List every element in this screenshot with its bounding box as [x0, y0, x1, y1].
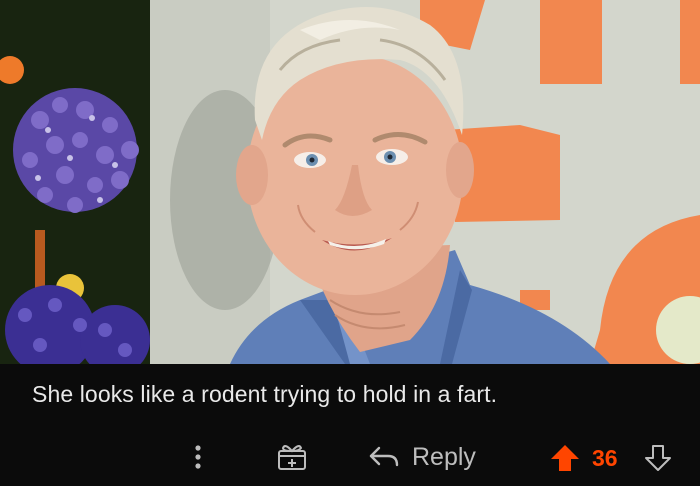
comment-screenshot: She looks like a rodent trying to hold i… — [0, 0, 700, 486]
reply-label: Reply — [412, 442, 476, 471]
comment-bar: She looks like a rodent trying to hold i… — [0, 364, 700, 486]
downvote-button[interactable] — [642, 442, 674, 474]
more-options-button[interactable] — [186, 442, 210, 472]
post-image — [0, 0, 700, 364]
reply-button[interactable]: Reply — [368, 440, 476, 474]
gift-award-icon — [278, 445, 306, 470]
reply-arrow-icon — [369, 446, 399, 467]
more-vertical-icon — [195, 445, 201, 469]
comment-actions: Reply 36 — [0, 436, 700, 480]
portrait-photo — [0, 0, 700, 364]
award-button[interactable] — [274, 442, 310, 472]
upvote-button[interactable] — [548, 442, 582, 474]
downvote-arrow-icon — [645, 445, 671, 471]
vote-score: 36 — [592, 445, 618, 471]
upvote-arrow-icon — [551, 445, 579, 471]
comment-body: She looks like a rodent trying to hold i… — [32, 381, 498, 407]
